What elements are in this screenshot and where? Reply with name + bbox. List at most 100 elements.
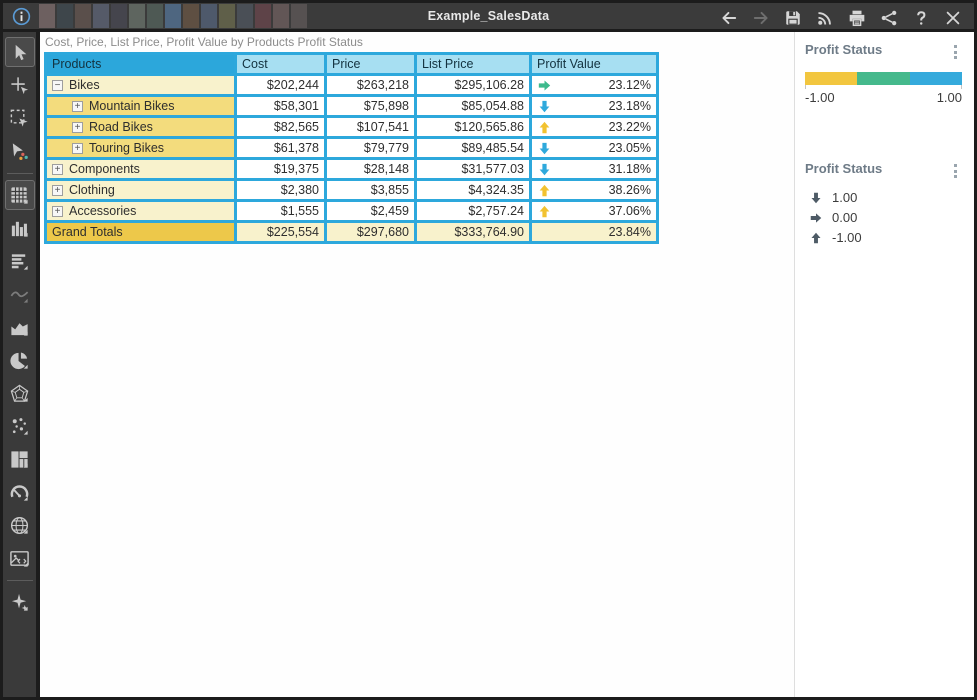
- price-cell[interactable]: $263,218: [326, 75, 416, 96]
- info-icon[interactable]: [11, 6, 31, 26]
- expand-toggle-icon[interactable]: +: [52, 164, 63, 175]
- column-chart-icon[interactable]: [5, 213, 35, 243]
- price-cell[interactable]: $3,855: [326, 180, 416, 201]
- print-icon[interactable]: [848, 9, 866, 27]
- palette-swatch[interactable]: [291, 4, 307, 28]
- list-price-cell[interactable]: $4,324.35: [416, 180, 531, 201]
- cost-cell[interactable]: $58,301: [236, 96, 326, 117]
- expand-toggle-icon[interactable]: +: [52, 185, 63, 196]
- pie-chart-icon[interactable]: [5, 345, 35, 375]
- feed-icon[interactable]: [816, 9, 834, 27]
- profit-value-cell[interactable]: 23.84%: [531, 222, 658, 243]
- row-label-cell[interactable]: +Touring Bikes: [46, 138, 236, 159]
- column-header-cost[interactable]: Cost: [236, 54, 326, 75]
- ai-sparkle-icon[interactable]: [5, 587, 35, 617]
- row-label-cell[interactable]: +Components: [46, 159, 236, 180]
- list-price-cell[interactable]: $31,577.03: [416, 159, 531, 180]
- area-chart-icon[interactable]: [5, 312, 35, 342]
- expand-toggle-icon[interactable]: +: [72, 122, 83, 133]
- palette-swatch[interactable]: [129, 4, 145, 28]
- palette-swatch[interactable]: [255, 4, 271, 28]
- crosshair-tool-icon[interactable]: [5, 70, 35, 100]
- image-embed-icon[interactable]: [5, 543, 35, 573]
- share-icon[interactable]: [880, 9, 898, 27]
- help-icon[interactable]: [912, 9, 930, 27]
- cost-cell[interactable]: $225,554: [236, 222, 326, 243]
- profit-value-cell[interactable]: 23.22%: [531, 117, 658, 138]
- price-cell[interactable]: $79,779: [326, 138, 416, 159]
- row-label-cell[interactable]: +Mountain Bikes: [46, 96, 236, 117]
- palette-swatch[interactable]: [75, 4, 91, 28]
- list-price-cell[interactable]: $2,757.24: [416, 201, 531, 222]
- gauge-icon[interactable]: [5, 477, 35, 507]
- profit-value-cell[interactable]: 37.06%: [531, 201, 658, 222]
- design-canvas: Cost, Price, List Price, Profit Value by…: [40, 32, 794, 697]
- palette-swatch[interactable]: [57, 4, 73, 28]
- list-price-cell[interactable]: $89,485.54: [416, 138, 531, 159]
- palette-swatch[interactable]: [237, 4, 253, 28]
- scatter-chart-icon[interactable]: [5, 411, 35, 441]
- table-visual-icon[interactable]: [5, 180, 35, 210]
- cost-cell[interactable]: $1,555: [236, 201, 326, 222]
- price-cell[interactable]: $2,459: [326, 201, 416, 222]
- bar-chart-icon[interactable]: [5, 246, 35, 276]
- column-header-products[interactable]: Products: [46, 54, 236, 75]
- pointer-tool-icon[interactable]: [5, 37, 35, 67]
- legend-menu-icon[interactable]: [949, 161, 962, 181]
- profit-value-cell[interactable]: 38.26%: [531, 180, 658, 201]
- list-price-cell[interactable]: $85,054.88: [416, 96, 531, 117]
- price-cell[interactable]: $75,898: [326, 96, 416, 117]
- expand-toggle-icon[interactable]: +: [52, 206, 63, 217]
- list-price-cell[interactable]: $333,764.90: [416, 222, 531, 243]
- table-row: Grand Totals$225,554$297,680$333,764.902…: [46, 222, 658, 243]
- treemap-icon[interactable]: [5, 444, 35, 474]
- row-label-cell[interactable]: Grand Totals: [46, 222, 236, 243]
- cost-cell[interactable]: $82,565: [236, 117, 326, 138]
- profit-value-cell[interactable]: 23.18%: [531, 96, 658, 117]
- row-label-cell[interactable]: +Accessories: [46, 201, 236, 222]
- multi-select-tool-icon[interactable]: [5, 136, 35, 166]
- save-icon[interactable]: [784, 9, 802, 27]
- legend-item: 0.00: [810, 210, 962, 225]
- map-icon[interactable]: [5, 510, 35, 540]
- palette-swatch[interactable]: [219, 4, 235, 28]
- marquee-select-tool-icon[interactable]: [5, 103, 35, 133]
- profit-value-cell[interactable]: 23.12%: [531, 75, 658, 96]
- price-cell[interactable]: $297,680: [326, 222, 416, 243]
- palette-swatch[interactable]: [147, 4, 163, 28]
- back-icon[interactable]: [720, 9, 738, 27]
- palette-swatch[interactable]: [39, 4, 55, 28]
- palette-swatch[interactable]: [93, 4, 109, 28]
- cost-cell[interactable]: $19,375: [236, 159, 326, 180]
- legend-item: 1.00: [810, 190, 962, 205]
- column-header-price[interactable]: Price: [326, 54, 416, 75]
- price-cell[interactable]: $107,541: [326, 117, 416, 138]
- row-label-cell[interactable]: +Clothing: [46, 180, 236, 201]
- palette-swatch[interactable]: [111, 4, 127, 28]
- cost-cell[interactable]: $202,244: [236, 75, 326, 96]
- column-header-profit-value[interactable]: Profit Value: [531, 54, 658, 75]
- palette-swatch[interactable]: [183, 4, 199, 28]
- list-price-cell[interactable]: $295,106.28: [416, 75, 531, 96]
- cost-cell[interactable]: $2,380: [236, 180, 326, 201]
- profit-value-cell[interactable]: 31.18%: [531, 159, 658, 180]
- column-header-list-price[interactable]: List Price: [416, 54, 531, 75]
- expand-toggle-icon[interactable]: +: [72, 101, 83, 112]
- palette-swatch[interactable]: [273, 4, 289, 28]
- palette-swatch[interactable]: [201, 4, 217, 28]
- list-price-cell[interactable]: $120,565.86: [416, 117, 531, 138]
- close-icon[interactable]: [944, 9, 962, 27]
- line-chart-icon[interactable]: [5, 279, 35, 309]
- profit-value-cell[interactable]: 23.05%: [531, 138, 658, 159]
- row-label-cell[interactable]: −Bikes: [46, 75, 236, 96]
- palette-swatch[interactable]: [165, 4, 181, 28]
- legend-menu-icon[interactable]: [949, 42, 962, 62]
- header-row: Products Cost Price List Price Profit Va…: [46, 54, 658, 75]
- price-cell[interactable]: $28,148: [326, 159, 416, 180]
- collapse-toggle-icon[interactable]: −: [52, 80, 63, 91]
- topbar: Example_SalesData: [3, 3, 974, 32]
- radar-chart-icon[interactable]: [5, 378, 35, 408]
- row-label-cell[interactable]: +Road Bikes: [46, 117, 236, 138]
- cost-cell[interactable]: $61,378: [236, 138, 326, 159]
- expand-toggle-icon[interactable]: +: [72, 143, 83, 154]
